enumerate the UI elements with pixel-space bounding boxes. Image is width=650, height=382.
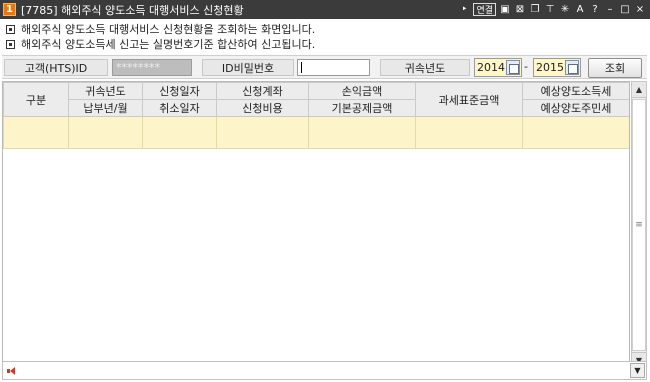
col-header-apply-fee: 신청비용 <box>216 99 309 117</box>
year-label: 귀속년도 <box>380 59 470 76</box>
customer-id-label: 고객(HTS)ID <box>4 59 108 76</box>
table-cell <box>522 116 629 149</box>
result-table: 구분 귀속년도 신청일자 신청계좌 손익금액 과세표준금액 예상양도소득세 납부… <box>3 82 629 149</box>
status-bar: ▼ <box>2 361 647 380</box>
bullet-icon <box>6 39 15 49</box>
customer-id-field: ******** <box>112 59 192 76</box>
table-cell <box>415 116 523 149</box>
print-icon[interactable]: ▣ <box>499 2 511 16</box>
notice-line: 해외주식 양도소득 대행서비스 신청현황을 조회하는 화면입니다. <box>6 22 606 36</box>
col-header-pay-month: 납부년/월 <box>68 99 143 117</box>
speaker-icon[interactable] <box>7 366 17 376</box>
col-header-deduction: 기본공제금액 <box>308 99 416 117</box>
title-toolbar: ‣ 연결 ▣ ⊠ ❐ ⊤ ✳ A ? – □ × <box>458 2 646 16</box>
pin-icon[interactable]: ⊤ <box>544 2 556 16</box>
table-cell <box>68 116 143 149</box>
col-header-cancel-date: 취소일자 <box>142 99 217 117</box>
vertical-scrollbar[interactable]: ▲ ≡ ▼ <box>631 81 647 369</box>
bullet-icon <box>6 24 15 34</box>
year-separator: - <box>524 60 528 73</box>
col-header-resident-tax: 예상양도주민세 <box>522 99 629 117</box>
help-icon[interactable]: ? <box>589 2 601 16</box>
col-header-profit: 손익금액 <box>308 82 416 100</box>
table-cell <box>142 116 217 149</box>
password-label: ID비밀번호 <box>202 59 294 76</box>
table-cell <box>3 116 69 149</box>
notice-line: 해외주식 양도소득세 신고는 실명번호기준 합산하여 신고됩니다. <box>6 37 606 51</box>
password-field[interactable] <box>297 59 370 76</box>
query-button[interactable]: 조회 <box>588 58 642 78</box>
excel-icon[interactable]: ⊠ <box>514 2 526 16</box>
col-header-apply-date: 신청일자 <box>142 82 217 100</box>
year-to-value: 2015 <box>536 61 564 74</box>
notice-text: 해외주식 양도소득세 신고는 실명번호기준 합산하여 신고됩니다. <box>21 38 316 51</box>
table-cell <box>308 116 416 149</box>
col-header-year: 귀속년도 <box>68 82 143 100</box>
table-cell <box>216 116 309 149</box>
scroll-up-icon[interactable]: ▲ <box>632 82 646 98</box>
text-cursor <box>301 62 302 73</box>
minimize-icon[interactable]: – <box>604 2 616 16</box>
search-bar: 고객(HTS)ID ******** ID비밀번호 귀속년도 2014 - 20… <box>2 55 647 79</box>
maximize-icon[interactable]: □ <box>619 2 631 16</box>
calendar-icon[interactable] <box>506 60 520 75</box>
window-title: [7785] 해외주식 양도소득 대행서비스 신청현황 <box>21 3 244 17</box>
col-header-tax: 예상양도소득세 <box>522 82 629 100</box>
window-number-badge: 1 <box>3 3 16 16</box>
link-arrow-icon[interactable]: ‣ <box>458 2 470 16</box>
table-row[interactable] <box>3 116 629 149</box>
font-size-icon[interactable]: A <box>574 2 586 16</box>
calendar-icon[interactable] <box>565 60 579 75</box>
col-header-account: 신청계좌 <box>216 82 309 100</box>
year-to-field[interactable]: 2015 <box>533 58 581 77</box>
settings-icon[interactable]: ✳ <box>559 2 571 16</box>
col-header-gubun: 구분 <box>3 82 69 117</box>
col-header-taxbase: 과세표준금액 <box>415 82 523 117</box>
title-bar: 1 [7785] 해외주식 양도소득 대행서비스 신청현황 ‣ 연결 ▣ ⊠ ❐… <box>0 0 650 19</box>
close-icon[interactable]: × <box>634 2 646 16</box>
scroll-thumb[interactable]: ≡ <box>632 99 646 351</box>
chevron-down-icon[interactable]: ▼ <box>630 363 645 378</box>
copy-icon[interactable]: ❐ <box>529 2 541 16</box>
result-grid: 구분 귀속년도 신청일자 신청계좌 손익금액 과세표준금액 예상양도소득세 납부… <box>2 81 630 369</box>
year-from-value: 2014 <box>477 61 505 74</box>
year-from-field[interactable]: 2014 <box>474 58 522 77</box>
link-button[interactable]: 연결 <box>473 2 496 16</box>
notice-text: 해외주식 양도소득 대행서비스 신청현황을 조회하는 화면입니다. <box>21 23 316 36</box>
